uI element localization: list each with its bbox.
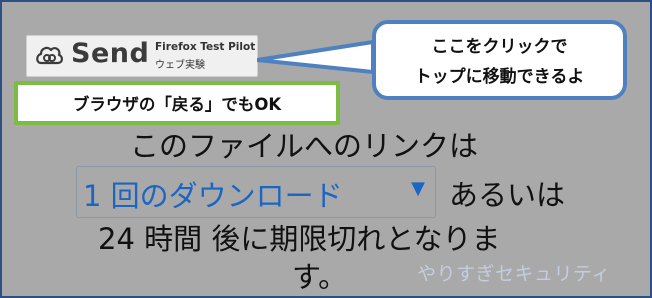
- callout-tail: [257, 40, 375, 74]
- logo-title: Send: [71, 38, 150, 69]
- back-button-note: ブラウザの「戻る」でもOK: [14, 81, 340, 125]
- download-count-value: 1 回のダウンロード: [83, 179, 343, 213]
- screenshot-frame: Send Firefox Test Pilot ウェブ実験 ここをクリックで ト…: [0, 0, 652, 298]
- watermark: やりすぎセキュリティ: [417, 263, 611, 285]
- download-count-select[interactable]: 1 回のダウンロード ▼: [76, 166, 436, 218]
- expiry-message-line-1: このファイルへのリンクは: [130, 129, 479, 163]
- note-text: ブラウザの「戻る」でもOK: [72, 95, 282, 114]
- dropdown-arrow-icon: ▼: [411, 178, 425, 199]
- expiry-message-line-3: 24 時間 後に期限切れとなりま: [98, 222, 501, 256]
- logo-subtitle: ウェブ実験: [155, 60, 205, 71]
- expiry-message-or: あるいは: [449, 178, 566, 212]
- callout-line-2: トップに移動できるよ: [414, 67, 585, 87]
- expiry-message-line-4: す。: [292, 260, 348, 294]
- send-logo-icon: [36, 46, 63, 65]
- logo-product: Firefox Test Pilot: [155, 41, 256, 53]
- send-logo-link[interactable]: Send Firefox Test Pilot ウェブ実験: [26, 35, 258, 77]
- callout-line-1: ここをクリックで: [431, 37, 568, 57]
- callout-bubble: ここをクリックで トップに移動できるよ: [372, 20, 627, 100]
- callout-text: ここをクリックで トップに移動できるよ: [376, 32, 623, 92]
